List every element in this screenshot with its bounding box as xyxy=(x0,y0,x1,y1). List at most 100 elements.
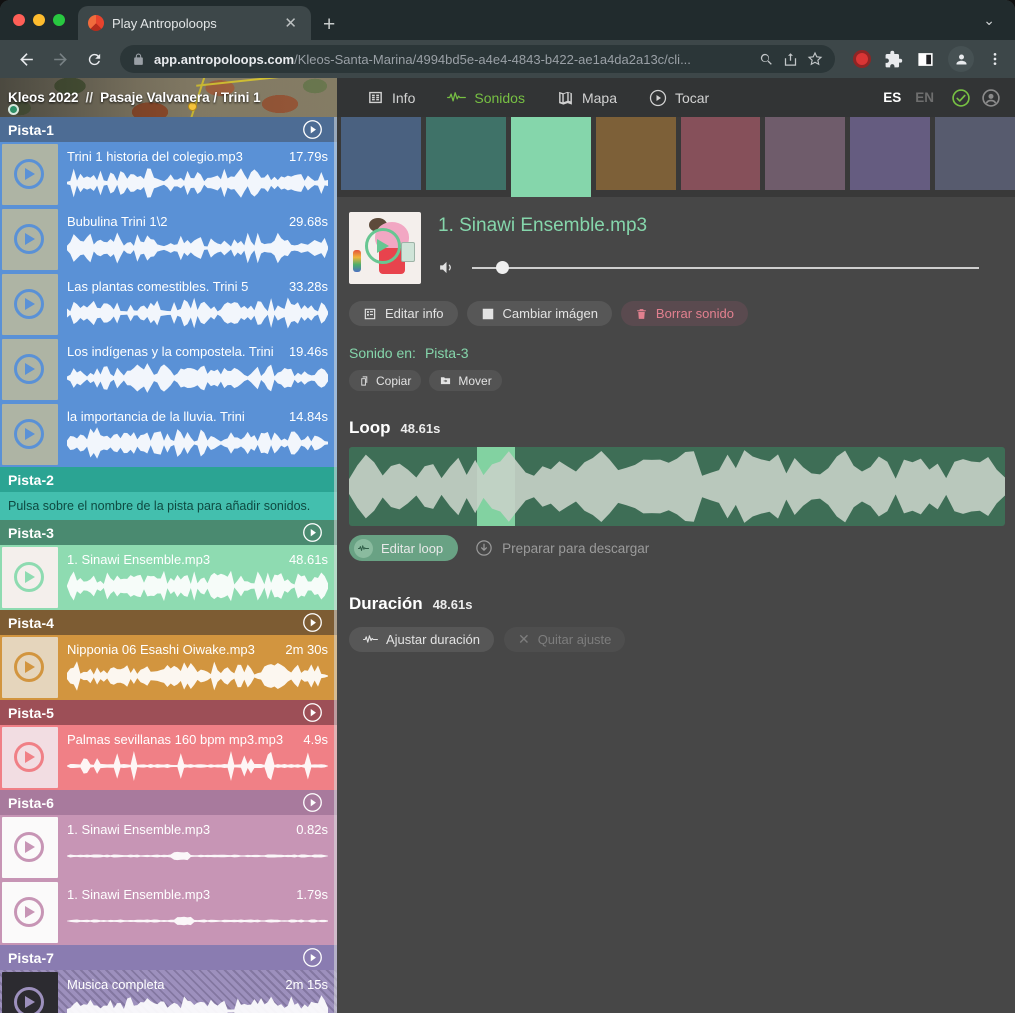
sound-item[interactable]: Trini 1 historia del colegio.mp317.79s xyxy=(0,142,337,207)
breadcrumb-page[interactable]: Pasaje Valvanera / Trini 1 xyxy=(100,90,261,105)
sound-item-thumbnail[interactable] xyxy=(2,547,58,608)
nav-tab-info[interactable]: Info xyxy=(351,78,431,117)
track-header-pista-5[interactable]: Pista-5 xyxy=(0,700,337,725)
track-header-pista-6[interactable]: Pista-6 xyxy=(0,790,337,815)
move-button[interactable]: Mover xyxy=(429,370,501,391)
side-panel-icon[interactable] xyxy=(916,50,935,69)
lang-en[interactable]: EN xyxy=(908,90,941,105)
play-sound-button[interactable] xyxy=(14,354,44,384)
sound-in-track-link[interactable]: Pista-3 xyxy=(425,345,469,361)
play-track-button[interactable] xyxy=(302,702,323,723)
profile-avatar[interactable] xyxy=(948,46,974,72)
close-window-button[interactable] xyxy=(13,14,25,26)
sound-item[interactable]: la importancia de la lluvia. Trini14.84s xyxy=(0,402,337,467)
sound-item-thumbnail[interactable] xyxy=(2,972,58,1013)
palette-swatch-pista-1[interactable] xyxy=(341,117,421,190)
sound-item-title[interactable]: Las plantas comestibles. Trini 5 xyxy=(67,279,248,294)
back-button[interactable] xyxy=(12,45,40,73)
palette-swatch-pista-6[interactable] xyxy=(765,117,845,190)
play-sound-button[interactable] xyxy=(365,228,401,264)
palette-swatch-pista-2[interactable] xyxy=(426,117,506,190)
palette-swatch-pista-5[interactable] xyxy=(681,117,761,190)
volume-slider-knob[interactable] xyxy=(496,261,509,274)
sidebar-scrollbar[interactable] xyxy=(334,117,337,1013)
track-header-pista-1[interactable]: Pista-1 xyxy=(0,117,337,142)
play-sound-button[interactable] xyxy=(14,562,44,592)
sound-item[interactable]: Las plantas comestibles. Trini 533.28s xyxy=(0,272,337,337)
sound-item-thumbnail[interactable] xyxy=(2,339,58,400)
record-extension-icon[interactable] xyxy=(853,50,871,68)
sound-item-title[interactable]: Nipponia 06 Esashi Oiwake.mp3 xyxy=(67,642,255,657)
track-header-pista-3[interactable]: Pista-3 xyxy=(0,520,337,545)
zoom-page-icon[interactable] xyxy=(759,52,774,67)
sound-item[interactable]: 1. Sinawi Ensemble.mp30.82s xyxy=(0,815,337,880)
play-track-button[interactable] xyxy=(302,612,323,633)
play-sound-button[interactable] xyxy=(14,832,44,862)
sound-item[interactable]: Palmas sevillanas 160 bpm mp3.mp34.9s xyxy=(0,725,337,790)
share-icon[interactable] xyxy=(783,52,798,67)
sound-item[interactable]: Bubulina Trini 1\229.68s xyxy=(0,207,337,272)
sound-item-thumbnail[interactable] xyxy=(2,727,58,788)
url-bar[interactable]: app.antropoloops.com/Kleos-Santa-Marina/… xyxy=(120,45,835,73)
sound-item[interactable]: 1. Sinawi Ensemble.mp348.61s xyxy=(0,545,337,610)
speaker-icon[interactable] xyxy=(438,259,455,276)
palette-swatch-pista-3[interactable] xyxy=(511,117,591,197)
volume-slider[interactable] xyxy=(472,261,979,274)
browser-tab[interactable]: Play Antropoloops ✕ xyxy=(78,6,311,40)
play-track-button[interactable] xyxy=(302,947,323,968)
nav-tab-tocar[interactable]: Tocar xyxy=(633,78,725,117)
palette-swatch-pista-8[interactable] xyxy=(935,117,1015,190)
play-sound-button[interactable] xyxy=(14,224,44,254)
sound-item-thumbnail[interactable] xyxy=(2,209,58,270)
sound-item-title[interactable]: Bubulina Trini 1\2 xyxy=(67,214,167,229)
account-icon[interactable] xyxy=(981,88,1001,108)
minimize-window-button[interactable] xyxy=(33,14,45,26)
adjust-duration-button[interactable]: Ajustar duración xyxy=(349,627,494,652)
sound-item-thumbnail[interactable] xyxy=(2,404,58,465)
prepare-download-button[interactable]: Preparar para descargar xyxy=(475,539,649,557)
tab-search-chevron-icon[interactable]: ⌄ xyxy=(983,12,995,29)
sound-item-thumbnail[interactable] xyxy=(2,817,58,878)
bookmark-star-icon[interactable] xyxy=(807,51,823,67)
play-sound-button[interactable] xyxy=(14,289,44,319)
change-image-button[interactable]: Cambiar imágen xyxy=(467,301,612,326)
delete-sound-button[interactable]: Borrar sonido xyxy=(621,301,748,326)
copy-button[interactable]: Copiar xyxy=(349,370,421,391)
palette-swatch-pista-4[interactable] xyxy=(596,117,676,190)
sync-status-check-icon[interactable] xyxy=(951,88,971,108)
nav-tab-mapa[interactable]: Mapa xyxy=(541,78,633,117)
remove-adjust-button[interactable]: ✕ Quitar ajuste xyxy=(504,627,625,652)
lang-es[interactable]: ES xyxy=(876,90,908,105)
sound-item-title[interactable]: Musica completa xyxy=(67,977,165,992)
play-track-button[interactable] xyxy=(302,119,323,140)
zoom-window-button[interactable] xyxy=(53,14,65,26)
play-sound-button[interactable] xyxy=(14,987,44,1013)
sound-item-thumbnail[interactable] xyxy=(2,637,58,698)
sound-item-title[interactable]: Trini 1 historia del colegio.mp3 xyxy=(67,149,243,164)
sound-item[interactable]: Los indígenas y la compostela. Trini19.4… xyxy=(0,337,337,402)
edit-info-button[interactable]: Editar info xyxy=(349,301,458,326)
sound-item-thumbnail[interactable] xyxy=(2,882,58,943)
track-header-pista-4[interactable]: Pista-4 xyxy=(0,610,337,635)
sound-thumbnail[interactable] xyxy=(349,212,421,284)
palette-swatch-pista-7[interactable] xyxy=(850,117,930,190)
sound-item[interactable]: Musica completa2m 15s xyxy=(0,970,337,1013)
play-track-button[interactable] xyxy=(302,792,323,813)
sound-item[interactable]: Nipponia 06 Esashi Oiwake.mp32m 30s xyxy=(0,635,337,700)
play-sound-button[interactable] xyxy=(14,742,44,772)
reload-button[interactable] xyxy=(80,45,108,73)
play-sound-button[interactable] xyxy=(14,897,44,927)
sound-item-title[interactable]: Los indígenas y la compostela. Trini xyxy=(67,344,274,359)
sound-item-thumbnail[interactable] xyxy=(2,274,58,335)
sound-item-title[interactable]: 1. Sinawi Ensemble.mp3 xyxy=(67,552,210,567)
play-sound-button[interactable] xyxy=(14,652,44,682)
nav-tab-sonidos[interactable]: Sonidos xyxy=(431,78,541,117)
sound-item[interactable]: 1. Sinawi Ensemble.mp31.79s xyxy=(0,880,337,945)
extensions-puzzle-icon[interactable] xyxy=(884,50,903,69)
sound-item-title[interactable]: 1. Sinawi Ensemble.mp3 xyxy=(67,822,210,837)
forward-button[interactable] xyxy=(46,45,74,73)
breadcrumb-map-banner[interactable]: Kleos 2022 // Pasaje Valvanera / Trini 1 xyxy=(0,78,337,117)
play-track-button[interactable] xyxy=(302,522,323,543)
sound-item-thumbnail[interactable] xyxy=(2,144,58,205)
track-header-pista-2[interactable]: Pista-2 xyxy=(0,467,337,492)
